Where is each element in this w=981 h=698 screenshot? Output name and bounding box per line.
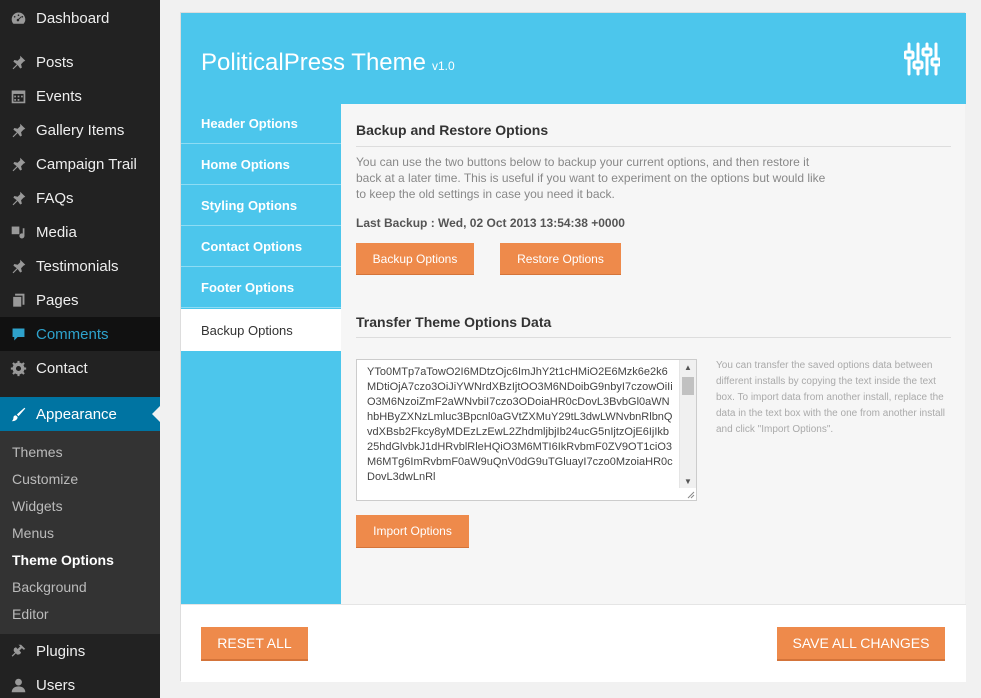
backup-options-content: Backup and Restore Options You can use t…	[341, 104, 965, 604]
pin-icon	[0, 54, 36, 71]
menu-item-faqs[interactable]: FAQs	[0, 181, 160, 215]
menu-item-posts[interactable]: Posts	[0, 45, 160, 79]
appearance-submenu: Themes Customize Widgets Menus Theme Opt…	[0, 431, 160, 634]
admin-sidebar: Dashboard Posts Events Gallery Items Cam…	[0, 0, 160, 698]
theme-options-panel: PoliticalPress Theme v1.0 Header Options …	[180, 12, 966, 682]
submenu-item-widgets[interactable]: Widgets	[12, 498, 63, 514]
submenu-item-theme-options[interactable]: Theme Options	[12, 552, 114, 568]
import-options-button[interactable]: Import Options	[356, 515, 469, 548]
menu-item-campaign-trail[interactable]: Campaign Trail	[0, 147, 160, 181]
plugin-icon	[0, 643, 36, 660]
menu-label: Dashboard	[36, 9, 110, 27]
menu-label: Gallery Items	[36, 121, 125, 139]
menu-label: Media	[36, 223, 77, 241]
menu-item-pages[interactable]: Pages	[0, 283, 160, 317]
backup-description: You can use the two buttons below to bac…	[356, 155, 826, 201]
section-divider	[356, 337, 951, 338]
scroll-up-arrow-icon[interactable]: ▲	[684, 363, 692, 372]
submenu-item-customize[interactable]: Customize	[12, 471, 78, 487]
pin-icon	[0, 258, 36, 275]
menu-item-dashboard[interactable]: Dashboard	[0, 1, 160, 35]
scroll-down-arrow-icon[interactable]: ▼	[684, 477, 692, 486]
submenu-item-background[interactable]: Background	[12, 579, 87, 595]
tab-styling-options[interactable]: Styling Options	[181, 186, 341, 226]
transfer-section-title: Transfer Theme Options Data	[356, 314, 552, 330]
backup-section-title: Backup and Restore Options	[356, 122, 549, 138]
menu-item-media[interactable]: Media	[0, 215, 160, 249]
menu-item-testimonials[interactable]: Testimonials	[0, 249, 160, 283]
tab-header-options[interactable]: Header Options	[181, 104, 341, 144]
tab-contact-options[interactable]: Contact Options	[181, 227, 341, 267]
resize-grip-icon[interactable]	[685, 489, 695, 499]
tab-footer-options[interactable]: Footer Options	[181, 268, 341, 308]
menu-label: Events	[36, 87, 82, 105]
pin-icon	[0, 122, 36, 139]
scroll-thumb[interactable]	[682, 377, 694, 395]
menu-label: Posts	[36, 53, 74, 71]
panel-version: v1.0	[431, 59, 455, 73]
menu-item-users[interactable]: Users	[0, 668, 160, 698]
users-icon	[0, 677, 36, 694]
panel-title: PoliticalPress Theme v1.0	[201, 49, 455, 77]
menu-item-appearance[interactable]: Appearance	[0, 397, 160, 431]
save-all-changes-button[interactable]: SAVE ALL CHANGES	[777, 627, 945, 661]
menu-label: Plugins	[36, 642, 86, 660]
last-backup-text: Last Backup : Wed, 02 Oct 2013 13:54:38 …	[356, 216, 625, 230]
media-icon	[0, 224, 36, 241]
menu-item-comments[interactable]: Comments	[0, 317, 160, 351]
menu-item-events[interactable]: Events	[0, 79, 160, 113]
gear-icon	[0, 360, 36, 377]
menu-item-plugins[interactable]: Plugins	[0, 634, 160, 668]
tab-home-options[interactable]: Home Options	[181, 145, 341, 185]
comment-icon	[0, 326, 36, 343]
menu-label: Appearance	[36, 405, 117, 423]
panel-footer: RESET ALL SAVE ALL CHANGES	[181, 604, 966, 682]
pin-icon	[0, 156, 36, 173]
menu-label: Pages	[36, 291, 79, 309]
pages-icon	[0, 292, 36, 309]
menu-label: Contact	[36, 359, 88, 377]
menu-label: Testimonials	[36, 257, 119, 275]
textarea-scrollbar[interactable]: ▲ ▼	[679, 360, 696, 488]
menu-label: FAQs	[36, 189, 74, 207]
tab-backup-options[interactable]: Backup Options	[181, 309, 341, 351]
calendar-icon	[0, 88, 36, 105]
menu-item-gallery-items[interactable]: Gallery Items	[0, 113, 160, 147]
menu-label: Users	[36, 676, 76, 694]
submenu-item-editor[interactable]: Editor	[12, 606, 49, 622]
transfer-data-textarea[interactable]: YTo0MTp7aTowO2I6MDtzOjc6ImJhY2t1cHMiO2E6…	[356, 359, 697, 501]
submenu-item-themes[interactable]: Themes	[12, 444, 63, 460]
submenu-item-menus[interactable]: Menus	[12, 525, 54, 541]
options-tabs: Header Options Home Options Styling Opti…	[181, 104, 341, 604]
transfer-help-text: You can transfer the saved options data …	[716, 360, 946, 435]
restore-options-button[interactable]: Restore Options	[500, 243, 621, 275]
settings-sliders-icon	[904, 42, 940, 76]
menu-label: Campaign Trail	[36, 155, 137, 173]
pin-icon	[0, 190, 36, 207]
panel-header: PoliticalPress Theme v1.0	[181, 13, 966, 104]
reset-all-button[interactable]: RESET ALL	[201, 627, 308, 661]
paintbrush-icon	[0, 406, 36, 423]
dashboard-icon	[0, 10, 36, 27]
transfer-data-text: YTo0MTp7aTowO2I6MDtzOjc6ImJhY2t1cHMiO2E6…	[367, 366, 673, 483]
section-divider	[356, 146, 951, 147]
menu-label: Comments	[36, 325, 109, 343]
menu-item-contact[interactable]: Contact	[0, 351, 160, 385]
backup-options-button[interactable]: Backup Options	[356, 243, 474, 275]
panel-title-text: PoliticalPress Theme	[201, 49, 426, 76]
